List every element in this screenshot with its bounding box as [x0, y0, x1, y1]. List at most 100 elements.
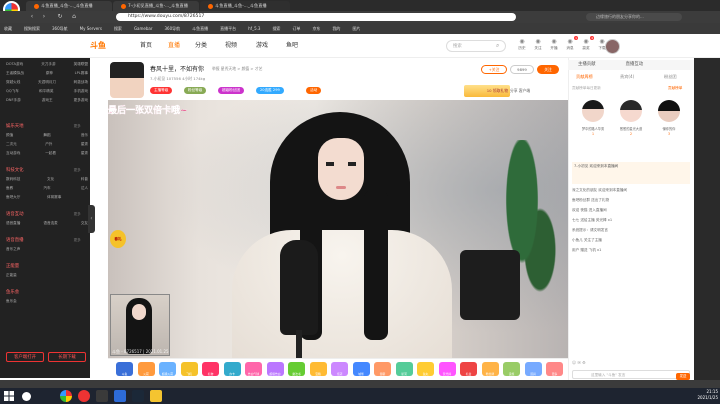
forward-icon[interactable]: › [40, 13, 48, 21]
sidebar-link[interactable]: 手机游戏 [74, 89, 88, 94]
live-button[interactable]: ◉ 开播 [546, 38, 562, 51]
nav-live[interactable]: 直播 [168, 41, 180, 51]
bookmark-item[interactable]: 图片 [352, 26, 360, 31]
activity-sticker[interactable]: 春礼 [110, 230, 126, 248]
sidebar-link[interactable]: 颜值 [6, 133, 13, 138]
sidebar-link[interactable]: 正能量 [6, 273, 17, 278]
app-taskbar-icon[interactable] [96, 390, 108, 402]
bookmark-item[interactable]: 搜索 [114, 26, 122, 31]
gift-item[interactable]: 斗鱼 [116, 362, 133, 376]
share-link[interactable]: 分享 客户端 [510, 88, 530, 94]
more-link[interactable]: 更多 [74, 124, 81, 128]
sidebar-link[interactable]: 体育赛事 [47, 195, 61, 200]
rank-avatar[interactable] [658, 100, 680, 122]
contribution-label[interactable]: 主播贡献 [578, 62, 596, 67]
sidebar-link[interactable]: 鱼乐会 [6, 299, 17, 304]
sidebar-section-title[interactable]: 鱼乐会 [6, 289, 19, 295]
tab-vip[interactable]: 贵宾(4) [620, 74, 634, 80]
browser-tab[interactable]: 斗鱼直播_斗鱼-..._斗鱼直播 [200, 1, 290, 11]
bookmark-item[interactable]: 搜索 [272, 26, 280, 31]
gift-item[interactable]: 道具 [524, 362, 542, 376]
open-client-button[interactable]: 客户端打开 [6, 352, 44, 362]
bookmark-item[interactable]: 360导航 [164, 26, 180, 31]
chat-input[interactable]: 这里输入 "斗鱼" 发言 [572, 370, 690, 379]
sidebar-link[interactable]: 鱼吧大厅 [6, 195, 20, 200]
history-button[interactable]: ◉ 历史 [514, 38, 530, 51]
task-button[interactable]: ◉ 赢奖 4 [578, 36, 594, 51]
rank-name[interactable]: 梦中的路人华男 [578, 126, 608, 131]
follow-button[interactable]: ◉ 关注 [530, 38, 546, 51]
site-logo[interactable]: 斗鱼 [90, 39, 120, 53]
gift-item[interactable]: 超级火箭 [159, 362, 176, 376]
message-button[interactable]: ◉ 消息 1 [562, 36, 578, 51]
bookmark-item[interactable]: 360导航 [52, 26, 68, 31]
rank-avatar[interactable] [620, 100, 642, 122]
more-link[interactable]: 更多 [74, 238, 81, 242]
sidebar-link[interactable]: 穿越火线 [6, 80, 20, 85]
gift-item[interactable]: 办卡 [223, 362, 241, 376]
sidebar-link[interactable]: DOTA游戏 [6, 62, 23, 67]
home-icon[interactable]: ⌂ [70, 13, 78, 21]
room-category[interactable]: 举报 星秀天地 > 颜值 > 才艺 [212, 66, 262, 72]
bookmark-item[interactable]: 我的 [332, 26, 340, 31]
sidebar-section-title[interactable]: 语音直播 更多 [6, 237, 81, 243]
gift-item[interactable]: 宝箱 [309, 362, 327, 376]
room-tag[interactable]: 活动 [306, 87, 322, 94]
app-taskbar-icon[interactable] [114, 390, 126, 402]
tab-weekly-rank[interactable]: 贡献周榜 [576, 74, 593, 80]
windows-start-icon[interactable] [4, 391, 14, 401]
back-icon[interactable]: ‹ [28, 13, 36, 21]
sidebar-link[interactable]: QQ飞车 [6, 89, 19, 94]
sidebar-section-title[interactable]: 正能量 [6, 263, 19, 269]
room-tag[interactable]: 20连胜 299 [256, 87, 284, 94]
sidebar-link[interactable]: 科普 [81, 177, 88, 182]
nav-game[interactable]: 游戏 [256, 41, 268, 51]
browser-taskbar-icon[interactable] [60, 390, 72, 402]
sidebar-link[interactable]: 交友 [81, 221, 88, 226]
sidebar-link[interactable]: 互动游戏 [6, 151, 20, 156]
bookmark-item[interactable]: 京东 [312, 26, 320, 31]
browser-tab-active[interactable]: 7-小初见直播_斗鱼-..._斗鱼直播 [113, 1, 199, 11]
nav-fishbar[interactable]: 鱼吧 [286, 41, 298, 51]
sidebar-link[interactable]: 语音连麦 [43, 221, 57, 226]
sidebar-link[interactable]: 一起看 [45, 151, 56, 156]
sidebar-link[interactable]: 王者模拟战 [6, 71, 24, 76]
sidebar-link[interactable]: 原神 [46, 71, 53, 76]
sidebar-link[interactable]: 鱼教 [6, 186, 13, 191]
sidebar-link[interactable]: 更多游戏 [74, 98, 88, 103]
bookmark-item[interactable]: 收藏 [4, 26, 12, 31]
browser-tab[interactable]: 斗鱼直播_斗鱼-..._斗鱼直播 [26, 1, 112, 11]
sidebar-link[interactable]: 刺激战场 [74, 80, 88, 85]
bookmark-item[interactable]: hf_5.3 [248, 26, 260, 31]
interaction-label[interactable]: 直播互动 [626, 62, 644, 67]
gift-item[interactable]: 荧光棒 [438, 362, 456, 376]
folder-icon[interactable] [150, 390, 162, 402]
gift-item[interactable]: 星河 [395, 362, 413, 376]
room-tag[interactable]: 粉丝等级 [184, 87, 207, 94]
sidebar-link[interactable]: 和平精英 [39, 89, 53, 94]
sidebar-link[interactable]: 户外 [45, 142, 52, 147]
sidebar-link[interactable]: 音乐之声 [6, 247, 20, 252]
sidebar-section-title[interactable]: 科技文化 更多 [6, 167, 81, 173]
sidebar-link[interactable]: 天涯明月刀 [38, 80, 56, 85]
gift-item[interactable]: 礼物 [202, 362, 219, 376]
gift-item[interactable]: 火箭 [137, 362, 155, 376]
rank-avatar[interactable] [582, 100, 604, 122]
gold-reward-bar[interactable]: 10 领取礼物 [464, 85, 510, 97]
sidebar-link[interactable]: 游戏王 [42, 98, 53, 103]
host-avatar[interactable] [110, 62, 144, 98]
gift-item[interactable]: 游艇 [374, 362, 391, 376]
sidebar-link[interactable]: 文化 [47, 177, 54, 182]
sidebar-link[interactable]: 音乐 [81, 133, 88, 138]
subscribe-button[interactable]: +关注 [481, 65, 507, 74]
sidebar-link[interactable]: 数码科技 [6, 177, 20, 182]
rank-link[interactable]: 贡献榜单 [668, 86, 682, 91]
user-avatar[interactable] [605, 39, 620, 54]
gift-item[interactable]: 鱼丸 [417, 362, 434, 376]
sidebar-link[interactable]: 天刀手游 [41, 62, 55, 67]
sidebar-link[interactable]: 舞蹈 [43, 133, 50, 138]
gift-item[interactable]: 魔法书 [288, 362, 305, 376]
send-button[interactable]: 发送 [676, 373, 690, 380]
sidebar-link[interactable]: 星秀 [81, 142, 88, 147]
search-icon[interactable] [22, 392, 31, 401]
